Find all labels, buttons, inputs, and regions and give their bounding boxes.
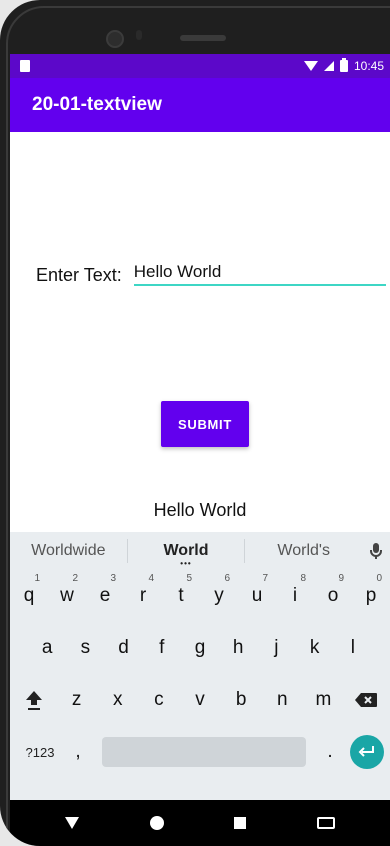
symbols-key[interactable]: ?123 bbox=[16, 745, 64, 760]
key-d[interactable]: d bbox=[104, 637, 142, 659]
status-icons: 10:45 bbox=[303, 58, 384, 73]
keyboard-row-3: z x c v b n m bbox=[10, 674, 390, 726]
keyboard-row-4: ?123 , . bbox=[10, 726, 390, 778]
key-i[interactable]: 8i bbox=[276, 573, 314, 607]
key-s[interactable]: s bbox=[66, 637, 104, 659]
key-u[interactable]: 7u bbox=[238, 573, 276, 607]
keyboard-row-2: a s d f g h j k l bbox=[10, 622, 390, 674]
output-textview: Hello World bbox=[153, 500, 247, 520]
earpiece-speaker bbox=[180, 35, 226, 41]
key-h[interactable]: h bbox=[219, 637, 257, 659]
text-input-row: Enter Text: Hello World bbox=[36, 262, 386, 286]
key-g[interactable]: g bbox=[181, 637, 219, 659]
key-a[interactable]: a bbox=[28, 637, 66, 659]
nav-home-icon[interactable] bbox=[149, 816, 164, 830]
key-t[interactable]: 5t bbox=[162, 573, 200, 607]
proximity-sensor bbox=[136, 30, 142, 40]
keyboard-row-1: 1q 2w 3e 4r 5t 6y 7u 8i 9o 0p bbox=[10, 570, 390, 622]
key-x[interactable]: x bbox=[97, 689, 138, 711]
screen: 10:45 20-01-textview Enter Text: Hello W… bbox=[10, 54, 390, 846]
app-bar: 20-01-textview bbox=[10, 78, 390, 132]
status-bar: 10:45 bbox=[10, 54, 390, 78]
nav-recents-icon[interactable] bbox=[234, 817, 247, 829]
key-m[interactable]: m bbox=[303, 689, 344, 711]
signal-icon bbox=[323, 61, 334, 71]
space-key[interactable] bbox=[102, 737, 306, 767]
suggestion-1[interactable]: Worldwide bbox=[10, 542, 127, 560]
backspace-icon[interactable] bbox=[344, 692, 388, 708]
device-frame: 10:45 20-01-textview Enter Text: Hello W… bbox=[0, 0, 390, 846]
suggestion-2[interactable]: World bbox=[128, 542, 245, 560]
key-e[interactable]: 3e bbox=[86, 573, 124, 607]
text-input[interactable]: Hello World bbox=[133, 262, 386, 286]
key-w[interactable]: 2w bbox=[48, 573, 86, 607]
mic-icon[interactable] bbox=[362, 542, 390, 560]
key-c[interactable]: c bbox=[138, 689, 179, 711]
soft-keyboard: Worldwide World World's 1q 2w 3e 4r bbox=[10, 532, 390, 846]
comma-key[interactable]: , bbox=[64, 741, 92, 763]
key-z[interactable]: z bbox=[56, 689, 97, 711]
battery-icon bbox=[339, 58, 348, 72]
sim-card-icon bbox=[20, 60, 30, 72]
period-key[interactable]: . bbox=[316, 741, 344, 763]
key-k[interactable]: k bbox=[296, 637, 334, 659]
text-input-value[interactable]: Hello World bbox=[134, 262, 222, 281]
app-title: 20-01-textview bbox=[32, 94, 162, 115]
main-content: Enter Text: Hello World SUBMIT Hello Wor… bbox=[10, 132, 390, 584]
enter-text-label: Enter Text: bbox=[36, 265, 122, 285]
key-f[interactable]: f bbox=[143, 637, 181, 659]
keyboard-switch-icon[interactable] bbox=[316, 817, 335, 829]
wifi-icon bbox=[303, 61, 318, 71]
key-n[interactable]: n bbox=[262, 689, 303, 711]
key-j[interactable]: j bbox=[257, 637, 295, 659]
suggestion-strip: Worldwide World World's bbox=[10, 532, 390, 570]
key-p[interactable]: 0p bbox=[352, 573, 390, 607]
enter-icon[interactable] bbox=[350, 735, 384, 769]
nav-back-icon[interactable] bbox=[65, 817, 80, 829]
key-v[interactable]: v bbox=[179, 689, 220, 711]
key-q[interactable]: 1q bbox=[10, 573, 48, 607]
key-l[interactable]: l bbox=[334, 637, 372, 659]
key-o[interactable]: 9o bbox=[314, 573, 352, 607]
shift-icon[interactable] bbox=[12, 689, 56, 711]
submit-button[interactable]: SUBMIT bbox=[161, 401, 249, 447]
front-camera bbox=[106, 30, 124, 48]
navigation-bar bbox=[10, 800, 390, 846]
key-r[interactable]: 4r bbox=[124, 573, 162, 607]
suggestion-3[interactable]: World's bbox=[245, 542, 362, 560]
status-time: 10:45 bbox=[353, 59, 384, 73]
key-y[interactable]: 6y bbox=[200, 573, 238, 607]
key-b[interactable]: b bbox=[221, 689, 262, 711]
